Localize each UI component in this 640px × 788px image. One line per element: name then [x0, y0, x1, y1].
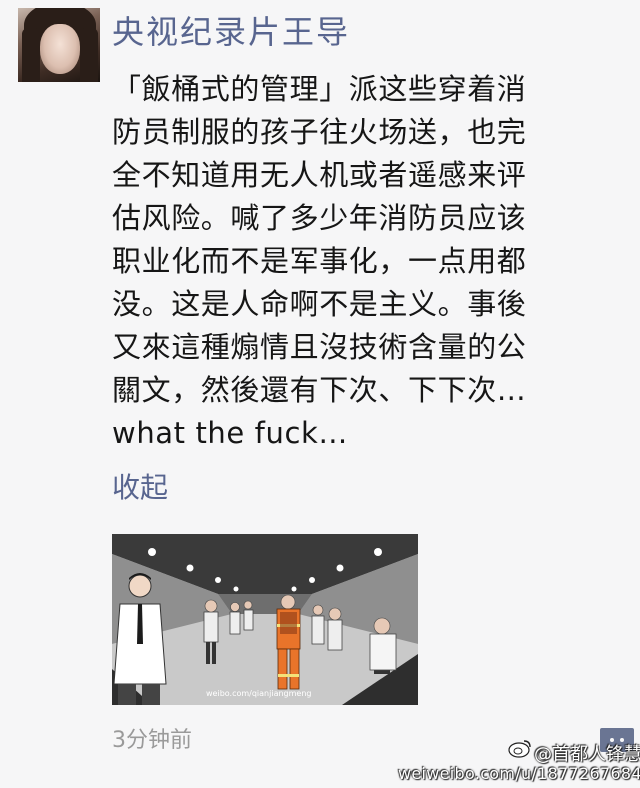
tunnel-illustration: weibo.com/qianjiangmeng	[112, 534, 418, 705]
weibo-logo-icon	[508, 740, 531, 758]
attached-image[interactable]: weibo.com/qianjiangmeng	[112, 534, 418, 705]
content-line: what the fuck…	[112, 416, 348, 450]
avatar-hair-left	[22, 28, 40, 82]
collapse-link[interactable]: 收起	[112, 468, 168, 508]
content-line: 防员制服的孩子往火场送，也完	[112, 115, 527, 149]
content-line: 關文，然後還有下次、下下次…	[112, 373, 527, 407]
content-line: 没。这是人命啊不是主义。事後	[112, 287, 527, 321]
avatar-face	[40, 24, 80, 74]
content-line: 估风险。喊了多少年消防员应该	[112, 201, 527, 235]
post-timestamp: 3分钟前	[112, 728, 192, 753]
content-line: 「飯桶式的管理」派这些穿着消	[112, 72, 527, 106]
avatar-hair-right	[80, 28, 98, 82]
avatar[interactable]	[18, 8, 100, 82]
post-content: 「飯桶式的管理」派这些穿着消 防员制服的孩子往火场送，也完 全不知道用无人机或者…	[112, 68, 612, 455]
moments-post: 央视纪录片王导 「飯桶式的管理」派这些穿着消 防员制服的孩子往火场送，也完 全不…	[0, 0, 640, 788]
content-line: 职业化而不是军事化，一点用都	[112, 244, 527, 278]
content-line: 全不知道用无人机或者遥感来评	[112, 158, 527, 192]
watermark-handle: @首都人锋慧	[534, 744, 640, 765]
author-name[interactable]: 央视纪录片王导	[112, 12, 350, 52]
watermark-url: weiweibo.com/u/1877267684	[398, 764, 640, 783]
content-line: 又來這種煽情且沒技術含量的公	[112, 330, 527, 364]
image-caption: weibo.com/qianjiangmeng	[206, 689, 311, 698]
